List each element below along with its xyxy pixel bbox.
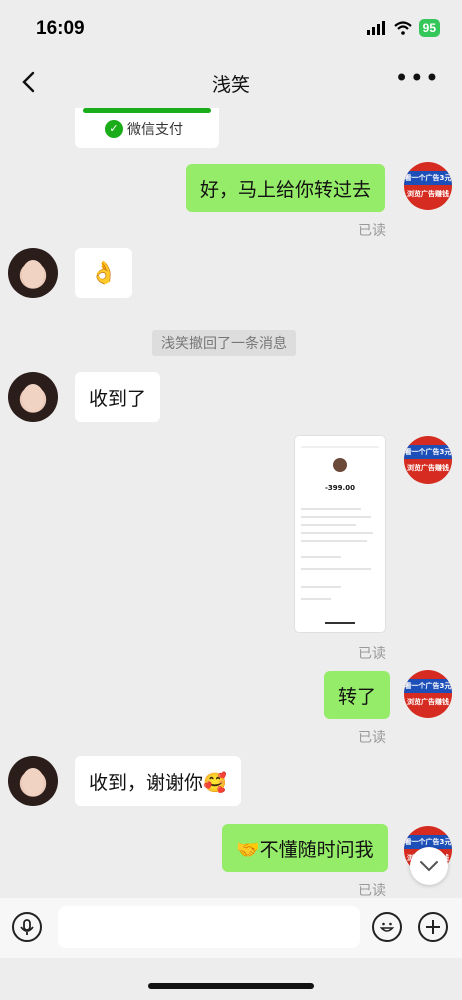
read-receipt: 已读 <box>358 883 386 898</box>
read-receipt: 已读 <box>358 223 386 239</box>
wechat-pay-text: 微信支付 <box>127 122 183 138</box>
avatar[interactable] <box>8 248 58 298</box>
chevron-down-icon <box>420 861 438 872</box>
plus-icon <box>426 920 440 934</box>
read-receipt: 已读 <box>358 730 386 746</box>
message-text: 收到了 <box>89 387 147 410</box>
ad-avatar-line1: 看一个广告3元 <box>404 445 452 459</box>
emoji-button[interactable] <box>372 912 402 942</box>
add-button[interactable] <box>418 912 448 942</box>
receipt-amount: -399.00 <box>325 484 355 492</box>
message-text: 转了 <box>338 685 377 708</box>
battery-indicator: 95 <box>418 19 440 37</box>
read-receipt: 已读 <box>358 646 386 662</box>
avatar[interactable] <box>8 756 58 806</box>
cellular-signal-icon <box>366 21 385 35</box>
ad-avatar-line1: 看一个广告3元 <box>404 171 452 185</box>
message-bubble[interactable]: 👌 <box>75 248 133 298</box>
smiley-icon <box>379 922 395 932</box>
ad-avatar-line2: 浏览广告赚钱 <box>407 698 449 706</box>
chat-header: 浅笑 ••• <box>0 58 462 108</box>
status-icons: 95 <box>366 19 440 37</box>
avatar[interactable]: 看一个广告3元 浏览广告赚钱 <box>404 670 452 718</box>
avatar[interactable] <box>8 372 58 422</box>
wechat-pay-icon: ✓ <box>105 120 123 138</box>
status-time: 16:09 <box>36 18 85 39</box>
ad-avatar-line1: 看一个广告3元 <box>404 679 452 693</box>
microphone-icon <box>20 919 34 935</box>
wechat-pay-label: ✓ 微信支付 <box>105 119 183 139</box>
avatar[interactable]: 看一个广告3元 浏览广告赚钱 <box>404 162 452 210</box>
message-bubble[interactable]: 🤝不懂随时问我 <box>222 824 388 872</box>
message-bubble[interactable]: 收到了 <box>75 372 161 422</box>
message-text: 收到，谢谢你🥰 <box>89 771 227 794</box>
voice-button[interactable] <box>12 912 42 942</box>
more-options-icon[interactable]: ••• <box>395 64 440 92</box>
ad-avatar-line2: 浏览广告赚钱 <box>407 464 449 472</box>
avatar[interactable]: 看一个广告3元 浏览广告赚钱 <box>404 436 452 484</box>
image-message[interactable]: -399.00 <box>295 436 385 632</box>
message-bubble[interactable]: 转了 <box>324 671 391 719</box>
status-bar: 16:09 95 <box>0 0 462 58</box>
home-indicator <box>148 983 314 989</box>
scroll-to-bottom-button[interactable] <box>410 847 448 885</box>
emoji-text: 👌 <box>90 260 118 286</box>
chat-title: 浅笑 <box>211 74 250 96</box>
wifi-icon <box>393 21 412 35</box>
recall-notice: 浅笑撤回了一条消息 <box>152 330 296 356</box>
message-text: 好，马上给你转过去 <box>200 178 372 201</box>
message-text: 🤝不懂随时问我 <box>236 838 374 861</box>
ad-avatar-line2: 浏览广告赚钱 <box>407 190 449 198</box>
wechat-pay-card[interactable]: ✓ 微信支付 <box>75 108 219 148</box>
card-green-bar <box>83 108 211 113</box>
message-bubble[interactable]: 收到，谢谢你🥰 <box>75 756 241 806</box>
chat-messages[interactable]: ✓ 微信支付 看一个广告3元 浏览广告赚钱 好，马上给你转过去 已读 👌 浅笑撤… <box>0 108 462 898</box>
message-input[interactable] <box>58 906 360 948</box>
input-bar <box>0 898 462 958</box>
message-bubble[interactable]: 好，马上给你转过去 <box>186 164 386 212</box>
receipt-avatar <box>333 458 347 472</box>
